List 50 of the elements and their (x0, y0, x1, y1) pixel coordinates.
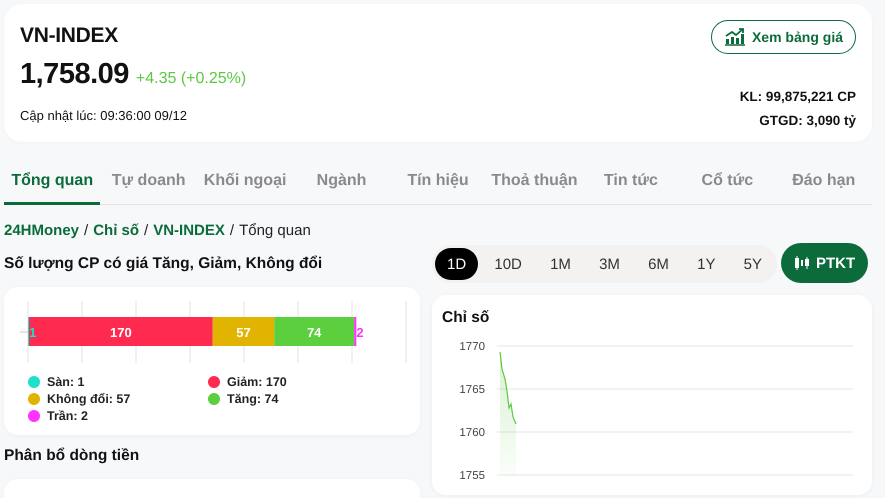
technical-analysis-button[interactable]: PTKT (781, 243, 868, 283)
y-axis-label: 1760 (459, 427, 485, 439)
price-board-button[interactable]: Xem bảng giá (710, 20, 856, 54)
period-button[interactable]: 10D (482, 248, 534, 280)
index-price: 1,758.09 (20, 58, 129, 91)
period-button[interactable]: 3M (587, 248, 632, 280)
legend-label: Trần: 2 (47, 409, 88, 423)
legend-label: Không đổi: 57 (47, 392, 130, 406)
bar-value-label: 1 (29, 325, 36, 340)
legend-label: Sàn: 1 (47, 375, 85, 389)
breadcrumb-link[interactable]: 24HMoney (4, 222, 80, 239)
period-button[interactable]: 1D (435, 248, 478, 280)
index-symbol: VN-INDEX (20, 24, 119, 48)
breadcrumb-link[interactable]: VN-INDEX (153, 222, 225, 239)
candlestick-icon (794, 256, 810, 270)
y-axis-label: 1770 (459, 341, 485, 353)
breadcrumb-current: Tổng quan (239, 222, 311, 239)
bar-value-label: 170 (110, 325, 132, 340)
y-axis-label: 1755 (459, 470, 485, 479)
volume-text: KL: 99,875,221 CP (740, 89, 856, 104)
period-button[interactable]: 6M (636, 248, 681, 280)
bar-value-label: 74 (306, 325, 322, 340)
legend-label: Tăng: 74 (227, 392, 278, 406)
tab[interactable]: Ngành (293, 162, 390, 205)
tab[interactable]: Khối ngoại (196, 162, 294, 205)
breadcrumb-separator: / (144, 222, 148, 239)
tab[interactable]: Tổng quan (4, 162, 100, 205)
legend-label: Giảm: 170 (227, 375, 287, 389)
tab[interactable]: Tự doanh (100, 162, 197, 205)
breadcrumb-separator: / (230, 222, 234, 239)
price-change: +4.35 (+0.25%) (136, 70, 246, 88)
tab[interactable]: Tin tức (582, 162, 680, 205)
period-button[interactable]: 5Y (732, 248, 774, 280)
period-button[interactable]: 1M (538, 248, 583, 280)
breadcrumb-link[interactable]: Chỉ số (93, 222, 140, 239)
section-title: Số lượng CP có giá Tăng, Giảm, Không đổi (4, 255, 324, 273)
y-axis-label: 1765 (459, 384, 485, 396)
tab[interactable]: Tín hiệu (390, 162, 486, 205)
breadcrumb-separator: / (84, 222, 88, 239)
chart-title: Chỉ số (441, 309, 490, 327)
trade-value-text: GTGD: 3,090 tỷ (759, 113, 856, 128)
chart-icon (724, 28, 746, 46)
bar-value-label: 2 (356, 325, 364, 340)
period-button[interactable]: 1Y (685, 248, 728, 280)
tab[interactable]: Đáo hạn (776, 162, 872, 205)
update-time: Cập nhật lúc: 09:36:00 09/12 (20, 108, 188, 123)
section-title: Phân bổ dòng tiền (4, 447, 140, 465)
tab[interactable]: Thoả thuận (486, 162, 583, 205)
bar-value-label: 57 (236, 325, 251, 340)
tab[interactable]: Cổ tức (679, 162, 776, 205)
